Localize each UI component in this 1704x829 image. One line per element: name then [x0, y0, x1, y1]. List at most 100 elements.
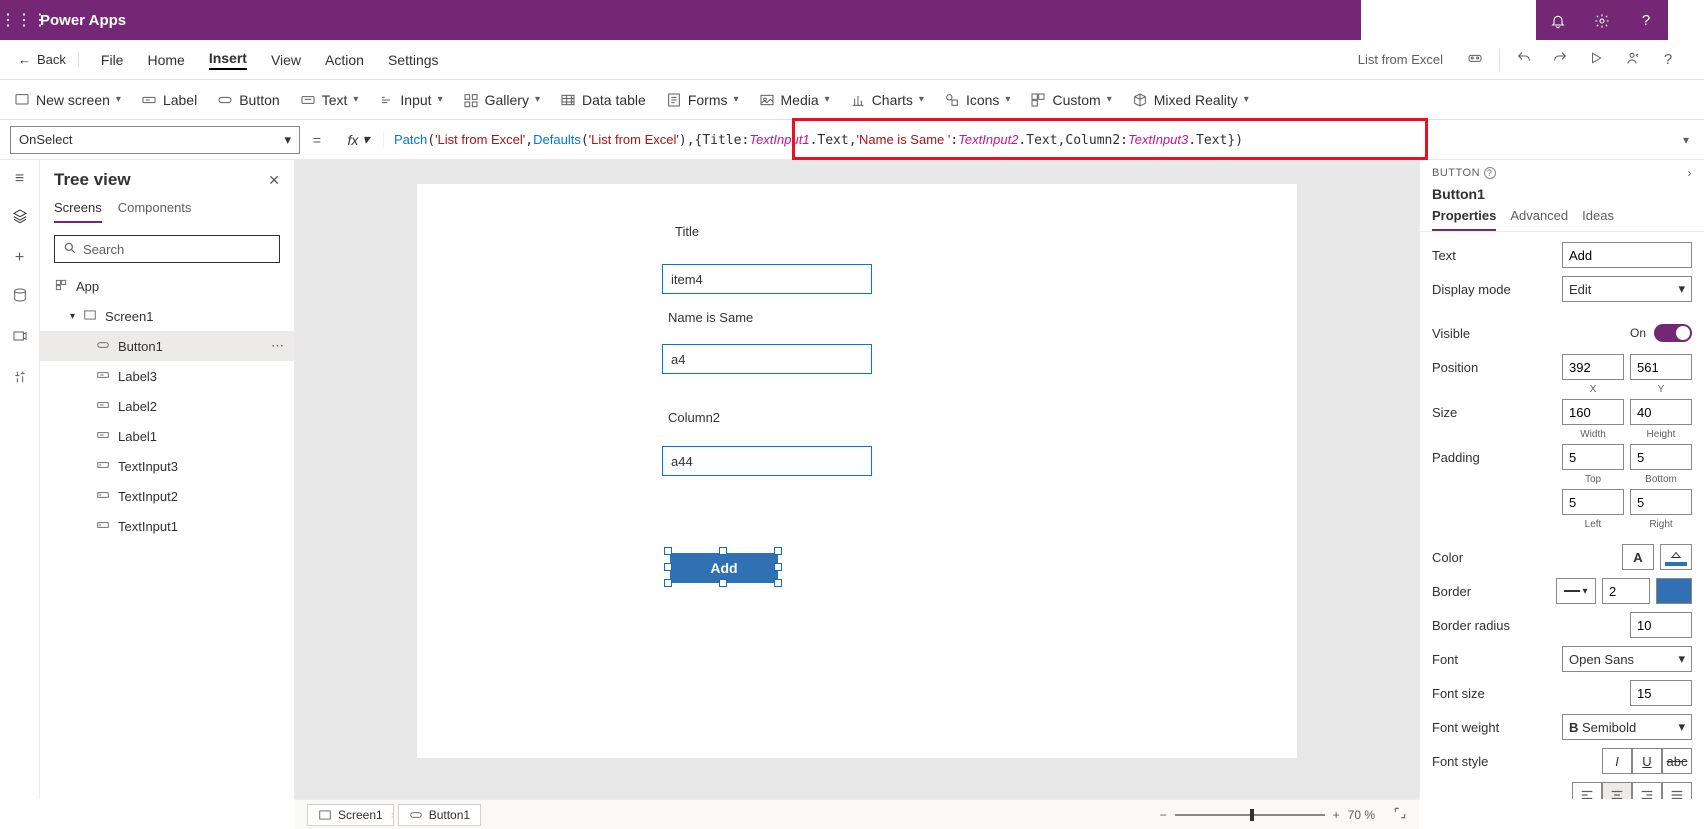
align-center-button[interactable]	[1602, 782, 1632, 799]
prop-size-h[interactable]	[1630, 399, 1692, 425]
tree-item-textinput2[interactable]: TextInput2	[40, 481, 294, 511]
undo-icon[interactable]	[1506, 50, 1542, 70]
prop-pad-bottom[interactable]	[1630, 444, 1692, 470]
zoom-out-icon[interactable]: −	[1160, 808, 1167, 822]
tab-ideas[interactable]: Ideas	[1582, 208, 1614, 231]
tree-item-app[interactable]: App	[40, 271, 294, 301]
border-style-select[interactable]: ▾	[1556, 578, 1596, 604]
database-icon[interactable]	[12, 287, 28, 308]
tree-screen-label: Screen1	[105, 309, 153, 324]
fullscreen-icon[interactable]	[1393, 806, 1407, 823]
align-left-button[interactable]	[1572, 782, 1602, 799]
breadcrumb-screen[interactable]: Screen1	[307, 804, 394, 826]
text-color-swatch[interactable]: A	[1622, 544, 1654, 570]
text-input-name[interactable]	[662, 344, 872, 374]
prop-pad-right[interactable]	[1630, 489, 1692, 515]
ribbon-media[interactable]: Media▾	[759, 92, 830, 108]
ribbon-datatable[interactable]: Data table	[560, 92, 646, 108]
tree-item-label3[interactable]: Label3	[40, 361, 294, 391]
app-name-label[interactable]: List from Excel	[1358, 52, 1443, 67]
ribbon-new-screen[interactable]: New screen▾	[14, 92, 121, 108]
zoom-in-icon[interactable]: +	[1333, 808, 1340, 822]
strikethrough-button[interactable]: abc	[1662, 748, 1692, 774]
italic-button[interactable]: I	[1602, 748, 1632, 774]
text-input-title[interactable]	[662, 264, 872, 294]
breadcrumb-element[interactable]: ›Button1	[398, 804, 481, 826]
prop-radius-input[interactable]	[1630, 612, 1692, 638]
tab-properties[interactable]: Properties	[1432, 208, 1496, 231]
ribbon-mixed-reality[interactable]: Mixed Reality▾	[1132, 92, 1249, 108]
prop-visible-toggle[interactable]	[1654, 324, 1692, 342]
prop-fontsize-input[interactable]	[1630, 680, 1692, 706]
chevron-right-icon[interactable]: ›	[1688, 166, 1693, 180]
align-right-button[interactable]	[1632, 782, 1662, 799]
fill-color-swatch[interactable]	[1660, 544, 1692, 570]
hamburger-icon[interactable]: ≡	[15, 170, 24, 188]
tools-icon[interactable]	[12, 369, 28, 390]
tab-screens[interactable]: Screens	[54, 200, 102, 223]
tree-item-button1[interactable]: Button1 ⋯	[40, 331, 294, 361]
tree-item-label1[interactable]: Label1	[40, 421, 294, 451]
menu-view[interactable]: View	[271, 52, 301, 68]
prop-fontweight-select[interactable]: B Semibold▾	[1562, 714, 1692, 740]
layers-icon[interactable]	[12, 208, 28, 229]
search-input[interactable]: Search	[54, 235, 280, 263]
tree-item-textinput3[interactable]: TextInput3	[40, 451, 294, 481]
ribbon-button[interactable]: Button	[217, 92, 279, 108]
zoom-slider[interactable]	[1175, 814, 1325, 816]
prop-font-select[interactable]: Open Sans▾	[1562, 646, 1692, 672]
align-justify-button[interactable]	[1662, 782, 1692, 799]
ribbon-text[interactable]: Text▾	[300, 92, 359, 108]
prop-pad-left[interactable]	[1562, 489, 1624, 515]
back-button[interactable]: ← Back	[18, 52, 79, 67]
vr-headset-icon[interactable]	[1457, 50, 1493, 70]
close-icon[interactable]: ✕	[268, 172, 280, 189]
expand-formula-icon[interactable]: ▾	[1668, 133, 1704, 147]
menu-file[interactable]: File	[101, 52, 124, 68]
underline-button[interactable]: U	[1632, 748, 1662, 774]
waffle-icon[interactable]: ⋮⋮⋮	[0, 10, 40, 30]
ribbon-charts[interactable]: Charts▾	[850, 92, 924, 108]
fx-icon[interactable]: fx▾	[334, 131, 384, 148]
tree-item-textinput1[interactable]: TextInput1	[40, 511, 294, 541]
prop-displaymode-label: Display mode	[1432, 282, 1562, 297]
share-icon[interactable]	[1614, 50, 1650, 70]
border-width-input[interactable]	[1602, 578, 1650, 604]
ribbon-input[interactable]: Input▾	[378, 92, 442, 108]
tree-item-screen1[interactable]: ▾ Screen1	[40, 301, 294, 331]
formula-input[interactable]: Patch('List from Excel',Defaults('List f…	[384, 132, 1668, 148]
menu-help-icon[interactable]: ?	[1650, 51, 1686, 68]
help-icon[interactable]: ?	[1624, 12, 1668, 29]
redo-icon[interactable]	[1542, 50, 1578, 70]
ribbon-forms[interactable]: Forms▾	[666, 92, 739, 108]
ribbon-icons[interactable]: Icons▾	[944, 92, 1011, 108]
menu-home[interactable]: Home	[147, 52, 184, 68]
chevron-down-icon: ▾	[1678, 719, 1685, 735]
plus-icon[interactable]: +	[15, 249, 24, 267]
play-icon[interactable]	[1578, 51, 1614, 69]
media-rail-icon[interactable]	[12, 328, 28, 349]
tree-item-label2[interactable]: Label2	[40, 391, 294, 421]
menu-settings[interactable]: Settings	[388, 52, 439, 68]
ribbon-label[interactable]: Label	[141, 92, 197, 108]
prop-pad-top[interactable]	[1562, 444, 1624, 470]
prop-pos-x[interactable]	[1562, 354, 1624, 380]
menu-insert[interactable]: Insert	[209, 50, 247, 70]
more-icon[interactable]: ⋯	[271, 338, 284, 354]
menu-action[interactable]: Action	[325, 52, 364, 68]
tab-components[interactable]: Components	[118, 200, 192, 223]
text-input-column2[interactable]	[662, 446, 872, 476]
prop-size-w[interactable]	[1562, 399, 1624, 425]
border-color-swatch[interactable]	[1656, 578, 1692, 604]
ribbon-gallery[interactable]: Gallery▾	[463, 92, 540, 108]
tab-advanced[interactable]: Advanced	[1510, 208, 1568, 231]
property-selector[interactable]: OnSelect ▾	[10, 126, 300, 154]
bell-icon[interactable]	[1536, 11, 1580, 28]
screen-surface[interactable]: Title Name is Same Column2 Add	[417, 184, 1297, 758]
prop-displaymode-select[interactable]: Edit▾	[1562, 276, 1692, 302]
info-icon[interactable]: ?	[1484, 167, 1496, 179]
ribbon-custom[interactable]: Custom▾	[1030, 92, 1111, 108]
prop-text-input[interactable]	[1562, 242, 1692, 268]
prop-pos-y[interactable]	[1630, 354, 1692, 380]
gear-icon[interactable]	[1580, 11, 1624, 28]
